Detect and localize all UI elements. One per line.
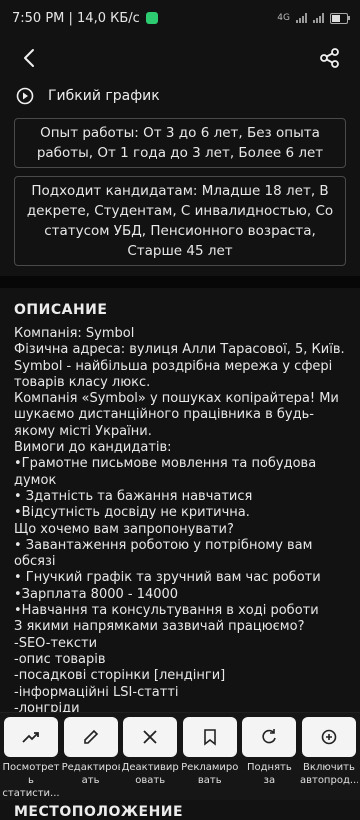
action-label: Посмотрет ь статисти... <box>2 762 60 799</box>
description-line: •Зарплата 8000 - 14000 <box>14 586 179 602</box>
action-button[interactable] <box>4 717 58 757</box>
action-label: Деактивир овать <box>121 762 179 786</box>
schedule-label: Гибкий график <box>48 88 160 104</box>
close-icon <box>143 730 157 744</box>
action-close[interactable]: Деактивир овать <box>121 717 179 800</box>
section-divider <box>0 276 360 288</box>
description-line: З якими напрямками зазвичай працюємо? <box>14 619 305 635</box>
action-button[interactable] <box>242 717 297 757</box>
action-label: Редактиров ать <box>61 762 120 786</box>
description-line: Компанія: Symbol <box>14 326 135 341</box>
pencil-icon <box>83 729 98 744</box>
description-line: Symbol - найбільша роздрібна мережа у сф… <box>14 358 333 390</box>
description-line: Що хочемо вам запропонувати? <box>14 521 234 537</box>
description-line: Компанія «Symbol» у пошуках копірайтера!… <box>14 391 339 439</box>
description-line: -SEO-тексти <box>14 635 98 651</box>
arrow-left-icon <box>24 49 34 67</box>
description-line: •Навчання та консультування в ході робот… <box>14 603 319 619</box>
description-line: • Завантаження роботою у потрібному вам … <box>14 537 313 570</box>
signal-icon-2 <box>313 13 324 23</box>
description-line: Фізична адреса: вулиця Алли Тарасової, 5… <box>14 342 345 358</box>
experience-box: Опыт работы: От 3 до 6 лет, Без опыта ра… <box>14 118 346 168</box>
location-title: МЕСТОПОЛОЖЕНИЕ <box>14 804 184 820</box>
schedule-row: Гибкий график <box>0 82 360 110</box>
trending-up-icon <box>22 732 39 743</box>
action-button[interactable] <box>63 717 118 757</box>
play-circle-icon <box>16 87 34 105</box>
description-line: -посадкові сторінки [лендінги] <box>14 668 226 684</box>
plus-clock-icon <box>321 729 337 745</box>
action-label: Рекламиро вать <box>181 762 239 786</box>
description-line: •Відсутність досвіду не критична. <box>14 505 250 521</box>
action-button[interactable] <box>123 717 178 757</box>
network-type: 4G <box>277 13 290 23</box>
description-line: Вимоги до кандидатів: <box>14 440 172 456</box>
battery-icon <box>330 12 350 24</box>
status-bar: 7:50 PM | 14,0 КБ/с 4G <box>0 0 360 36</box>
description-text: Компанія: Symbol Фізична адреса: вулиця А… <box>0 326 360 766</box>
description-line: • Здатність та бажання навчатися <box>14 488 253 504</box>
description-line: -інформаційні LSI-статті <box>14 684 179 700</box>
share-icon <box>320 48 339 68</box>
description-line: -опис товарів <box>14 651 106 667</box>
back-button[interactable] <box>16 44 44 72</box>
action-bookmark[interactable]: Рекламиро вать <box>181 717 239 800</box>
action-pencil[interactable]: Редактиров ать <box>62 717 120 800</box>
status-time: 7:50 PM | 14,0 КБ/с <box>12 10 140 26</box>
action-label: Включить автопрод... <box>299 762 358 786</box>
share-button[interactable] <box>316 44 344 72</box>
action-button[interactable] <box>182 717 237 757</box>
bookmark-icon <box>203 729 216 746</box>
action-plus-clock[interactable]: Включить автопрод... <box>300 717 358 800</box>
description-line: • Гнучкий графік та зручний вам час робо… <box>14 570 321 586</box>
action-trending-up[interactable]: Посмотрет ь статисти... <box>2 717 60 800</box>
action-button[interactable] <box>301 717 356 757</box>
action-refresh[interactable]: Поднять за <box>240 717 298 800</box>
suitable-candidates-box: Подходит кандидатам: Младше 18 лет, В де… <box>14 176 346 266</box>
description-line: •Грамотне письмове мовлення та побудова … <box>14 456 317 488</box>
description-title: ОПИСАНИЕ <box>14 302 108 318</box>
app-notification-icon <box>145 12 158 24</box>
signal-icon <box>296 13 307 23</box>
action-bar: Посмотрет ь статисти... Редактиров ать Деа… <box>0 712 360 800</box>
refresh-icon <box>262 729 277 744</box>
top-app-bar <box>0 36 360 80</box>
action-label: Поднять за <box>246 762 292 786</box>
